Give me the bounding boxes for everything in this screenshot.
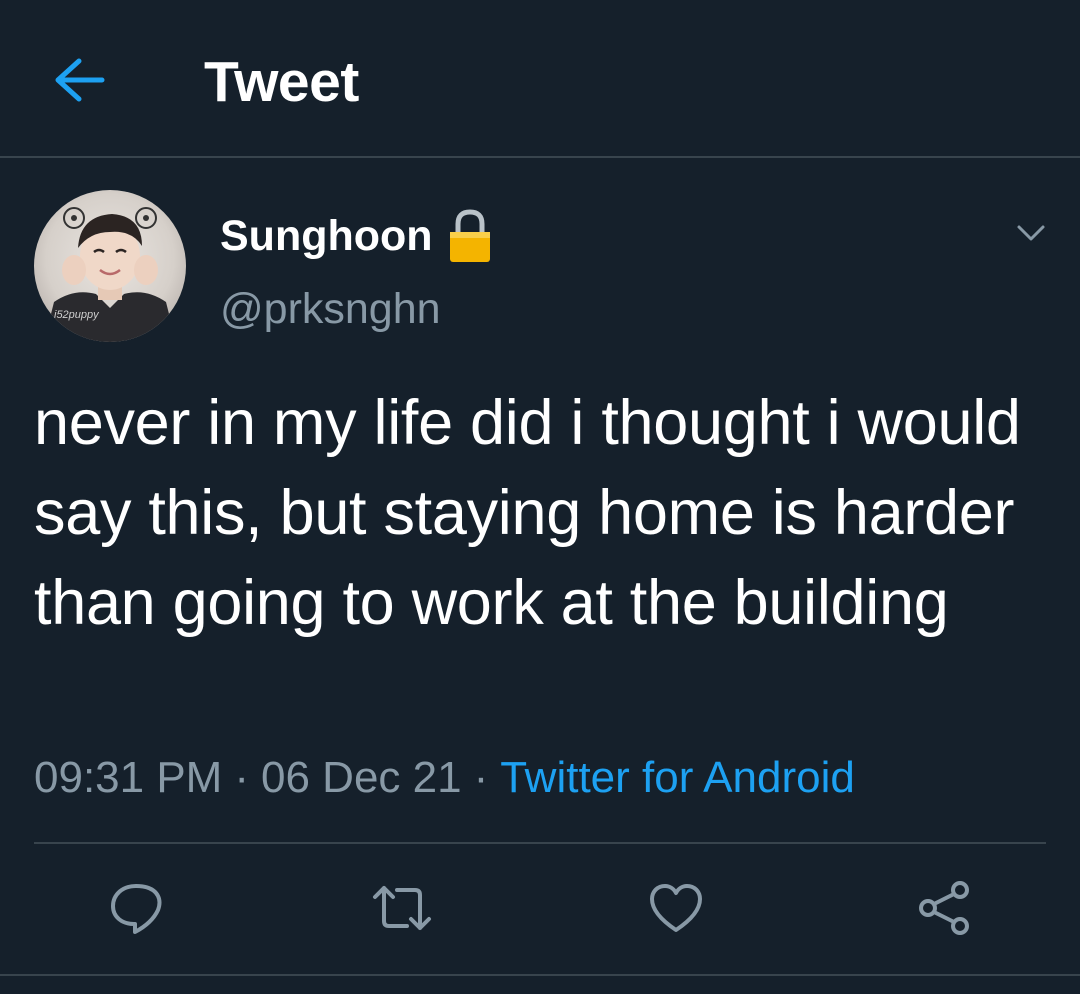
svg-text:i52puppy: i52puppy [54, 309, 100, 321]
author-name[interactable]: Sunghoon [220, 208, 493, 264]
tweet-time: 09:31 PM [34, 753, 223, 802]
share-button[interactable] [912, 876, 976, 940]
page-title: Tweet [204, 50, 359, 114]
divider [0, 974, 1080, 976]
like-icon [650, 884, 702, 932]
meta-separator: · [473, 753, 489, 802]
more-options-button[interactable] [1008, 210, 1054, 256]
avatar-image: i52puppy [34, 190, 186, 342]
retweet-icon [373, 886, 431, 930]
lock-icon [447, 208, 493, 264]
avatar[interactable]: i52puppy [34, 190, 186, 342]
reply-icon [111, 884, 162, 934]
tweet-date: 06 Dec 21 [261, 753, 462, 802]
author-display-name: Sunghoon [220, 212, 433, 260]
tweet-source-link[interactable]: Twitter for Android [500, 753, 855, 802]
back-button[interactable] [46, 50, 112, 110]
retweet-button[interactable] [370, 876, 434, 940]
reply-button[interactable] [104, 876, 168, 940]
author-handle[interactable]: @prksnghn [220, 282, 441, 336]
tweet-detail-screen: Tweet i52puppy Sunghoon @prksnghn never … [0, 0, 1080, 994]
arrow-left-icon [55, 58, 105, 102]
share-icon [919, 881, 969, 935]
tweet-body: never in my life did i thought i would s… [34, 388, 1021, 638]
like-button[interactable] [644, 876, 708, 940]
meta-separator: · [234, 753, 249, 802]
divider [34, 842, 1046, 844]
chevron-down-icon [1017, 225, 1045, 241]
top-app-bar: Tweet [0, 0, 1080, 158]
tweet-metadata: 09:31 PM · 06 Dec 21 · Twitter for Android [34, 748, 855, 808]
